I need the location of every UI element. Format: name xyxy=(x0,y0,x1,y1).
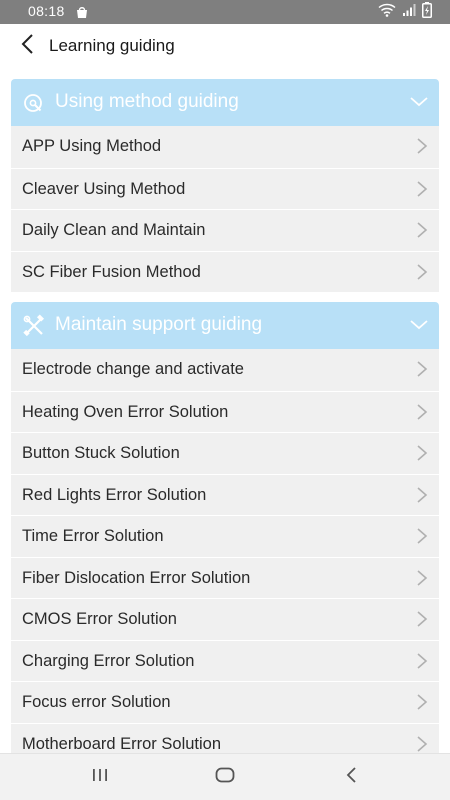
status-bar: 08:18 xyxy=(0,0,450,24)
tools-icon xyxy=(22,314,46,338)
status-time: 08:18 xyxy=(28,3,65,19)
chevron-right-icon xyxy=(415,527,429,545)
chevron-right-icon xyxy=(415,403,429,421)
signal-icon xyxy=(402,3,416,22)
list-item[interactable]: APP Using Method xyxy=(11,126,439,168)
list-item-label: Button Stuck Solution xyxy=(22,444,180,462)
section-using-method: Using method guiding APP Using Method Cl… xyxy=(11,79,439,292)
home-icon xyxy=(214,766,236,789)
list-item[interactable]: Daily Clean and Maintain xyxy=(11,209,439,251)
back-arrow-icon xyxy=(20,33,36,60)
section-items: APP Using Method Cleaver Using Method Da… xyxy=(11,126,439,292)
battery-icon xyxy=(422,1,432,23)
guide-icon xyxy=(22,91,46,115)
list-item-label: Electrode change and activate xyxy=(22,360,244,378)
chevron-right-icon xyxy=(415,180,429,198)
chevron-right-icon xyxy=(415,360,429,378)
screen: 08:18 Learning guiding Using method guid… xyxy=(0,0,450,800)
chevron-right-icon xyxy=(415,693,429,711)
list-item[interactable]: Charging Error Solution xyxy=(11,639,439,681)
page-title: Learning guiding xyxy=(49,36,175,55)
chevron-right-icon xyxy=(415,444,429,462)
chevron-right-icon xyxy=(415,486,429,504)
section-header-maintain-support[interactable]: Maintain support guiding xyxy=(11,302,439,349)
list-item[interactable]: CMOS Error Solution xyxy=(11,598,439,640)
list-item-label: CMOS Error Solution xyxy=(22,610,177,628)
list-item[interactable]: Motherboard Error Solution xyxy=(11,722,439,754)
guide-list[interactable]: Using method guiding APP Using Method Cl… xyxy=(0,68,450,754)
list-item-label: Daily Clean and Maintain xyxy=(22,221,206,239)
shopping-bag-icon xyxy=(75,5,89,19)
app-bar: Learning guiding xyxy=(0,24,450,69)
section-items: Electrode change and activate Heating Ov… xyxy=(11,349,439,754)
list-item-label: Heating Oven Error Solution xyxy=(22,402,229,421)
chevron-right-icon xyxy=(415,221,429,239)
chevron-down-icon[interactable] xyxy=(409,94,429,110)
recent-apps-icon xyxy=(90,767,110,788)
chevron-right-icon xyxy=(415,610,429,628)
list-item[interactable]: Red Lights Error Solution xyxy=(11,473,439,515)
system-nav-bar xyxy=(0,753,450,800)
list-item[interactable]: Cleaver Using Method xyxy=(11,167,439,209)
home-button[interactable] xyxy=(211,764,239,790)
back-button[interactable] xyxy=(14,32,42,60)
section-maintain-support: Maintain support guiding Electrode chang… xyxy=(11,302,439,754)
list-item-label: APP Using Method xyxy=(22,137,162,155)
list-item-label: Focus error Solution xyxy=(22,693,171,711)
list-item[interactable]: Focus error Solution xyxy=(11,681,439,723)
status-icons xyxy=(378,1,432,23)
chevron-right-icon xyxy=(415,137,429,155)
list-item[interactable]: Button Stuck Solution xyxy=(11,432,439,474)
list-item-label: Charging Error Solution xyxy=(22,651,195,670)
chevron-right-icon xyxy=(415,652,429,670)
list-item[interactable]: SC Fiber Fusion Method xyxy=(11,250,439,292)
list-item-label: Time Error Solution xyxy=(22,527,164,545)
recent-apps-button[interactable] xyxy=(86,764,114,790)
back-icon xyxy=(345,766,359,789)
list-item-label: SC Fiber Fusion Method xyxy=(22,262,201,281)
list-item[interactable]: Heating Oven Error Solution xyxy=(11,390,439,432)
list-item[interactable]: Electrode change and activate xyxy=(11,349,439,391)
list-item-label: Fiber Dislocation Error Solution xyxy=(22,568,251,587)
chevron-right-icon xyxy=(415,735,429,753)
list-item[interactable]: Fiber Dislocation Error Solution xyxy=(11,556,439,598)
chevron-down-icon[interactable] xyxy=(409,317,429,333)
list-item-label: Motherboard Error Solution xyxy=(22,734,222,753)
list-item-label: Cleaver Using Method xyxy=(22,179,186,198)
section-header-using-method[interactable]: Using method guiding xyxy=(11,79,439,126)
section-title: Maintain support guiding xyxy=(55,314,263,335)
list-item[interactable]: Time Error Solution xyxy=(11,515,439,557)
wifi-icon xyxy=(378,3,396,22)
section-title: Using method guiding xyxy=(55,91,239,112)
list-item-label: Red Lights Error Solution xyxy=(22,485,207,504)
system-back-button[interactable] xyxy=(338,764,366,790)
chevron-right-icon xyxy=(415,569,429,587)
chevron-right-icon xyxy=(415,263,429,281)
